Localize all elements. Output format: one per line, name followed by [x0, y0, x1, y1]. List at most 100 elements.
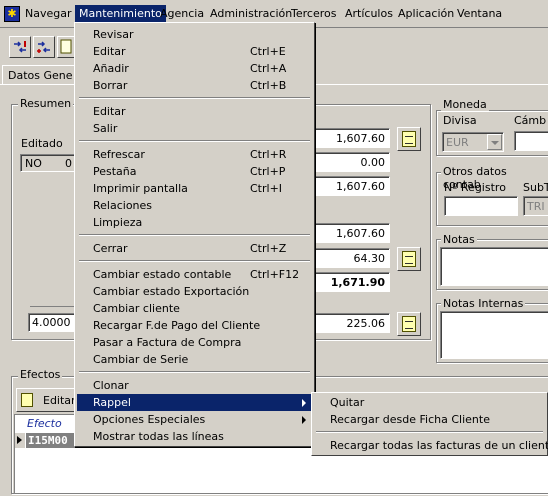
total-value-3: 1,607.60 — [336, 180, 385, 193]
total-value-7: 225.06 — [346, 317, 386, 330]
registro-label: Nº Registro — [444, 181, 506, 194]
chevron-down-icon[interactable] — [487, 134, 502, 150]
notes-button-2[interactable] — [397, 247, 421, 271]
subt-field[interactable]: TRI — [523, 196, 548, 216]
menu-mantenimiento[interactable]: Mantenimiento — [75, 5, 166, 23]
menu-item-salir[interactable]: Salir — [77, 120, 312, 137]
total-value-4: 1,607.60 — [336, 227, 385, 240]
sort-arrows-icon — [14, 41, 26, 53]
document-icon — [60, 39, 72, 54]
menu-item-label: Editar — [93, 105, 126, 118]
submenu-separator — [316, 431, 543, 433]
editado-label: Editado — [21, 137, 63, 150]
menu-item-estado-contable[interactable]: Cambiar estado contable Ctrl+F12 — [77, 266, 312, 283]
editado-field[interactable]: NO 0 — [20, 154, 78, 172]
menu-item-anadir[interactable]: Añadir Ctrl+A — [77, 60, 312, 77]
menu-separator — [79, 260, 310, 262]
menu-separator — [79, 140, 310, 142]
menu-item-opciones-especiales[interactable]: Opciones Especiales — [77, 411, 312, 428]
toolbar-add-button[interactable] — [33, 36, 55, 58]
menu-agencia[interactable]: Agencia — [157, 7, 207, 20]
menu-item-label: Pestaña — [93, 165, 137, 178]
add-arrows-icon — [37, 41, 50, 53]
menu-item-limpieza[interactable]: Limpieza — [77, 214, 312, 231]
notepad-icon — [21, 393, 33, 407]
total-value-6: 1,671.90 — [330, 276, 385, 289]
resumen-title: Resumen — [18, 97, 74, 110]
menu-item-imprimir[interactable]: Imprimir pantalla Ctrl+I — [77, 180, 312, 197]
menu-item-borrar[interactable]: Borrar Ctrl+B — [77, 77, 312, 94]
menu-item-clonar[interactable]: Clonar — [77, 377, 312, 394]
notepad-icon — [402, 251, 416, 267]
menu-item-cerrar[interactable]: Cerrar Ctrl+Z — [77, 240, 312, 257]
efectos-title: Efectos — [18, 368, 63, 381]
menu-item-shortcut: Ctrl+F12 — [250, 268, 300, 281]
tab-label: Datos Gene — [8, 69, 73, 82]
submenu-arrow-icon — [302, 416, 306, 424]
editado-value: NO — [25, 157, 42, 170]
menu-item-cambiar-serie[interactable]: Cambiar de Serie — [77, 351, 312, 368]
menu-item-label: Editar — [93, 45, 126, 58]
total-field-2: 0.00 — [312, 152, 390, 172]
submenu-item-recargar-todas[interactable]: Recargar todas las facturas de un client… — [314, 437, 548, 454]
notes-button-1[interactable] — [397, 127, 421, 151]
menu-item-refrescar[interactable]: Refrescar Ctrl+R — [77, 146, 312, 163]
notas-internas-textarea[interactable] — [440, 311, 548, 359]
menu-item-label: Relaciones — [93, 199, 153, 212]
menu-item-shortcut: Ctrl+A — [250, 62, 287, 75]
toolbar-doc-button[interactable] — [57, 36, 75, 58]
menu-item-mostrar-lineas[interactable]: Mostrar todas las líneas — [77, 428, 312, 445]
total-field-5: 64.30 — [312, 248, 390, 268]
notepad-icon — [402, 131, 416, 147]
menu-item-recargar-fpago[interactable]: Recargar F.de Pago del Cliente — [77, 317, 312, 334]
menu-item-shortcut: Ctrl+P — [250, 165, 286, 178]
menu-item-pasar-factura[interactable]: Pasar a Factura de Compra — [77, 334, 312, 351]
menu-item-label: Clonar — [93, 379, 129, 392]
editado-value-2: 0 — [65, 157, 72, 170]
efectos-edit-label: Editar — [43, 394, 76, 407]
app-icon[interactable]: ✱ — [4, 6, 20, 22]
cambio-field[interactable] — [514, 131, 548, 151]
notepad-icon — [402, 316, 416, 332]
menu-terceros[interactable]: Terceros — [288, 7, 339, 20]
rate-field[interactable]: 4.0000 — [28, 313, 78, 332]
menu-item-label: Revisar — [93, 28, 134, 41]
efecto-cell: I15M00 — [28, 434, 68, 447]
notas-textarea[interactable] — [440, 247, 548, 286]
notas-internas-title: Notas Internas — [441, 297, 526, 310]
menu-item-editar[interactable]: Editar Ctrl+E — [77, 43, 312, 60]
menu-item-label: Borrar — [93, 79, 128, 92]
registro-field[interactable] — [444, 196, 518, 216]
menu-item-label: Limpieza — [93, 216, 143, 229]
menu-item-label: Rappel — [93, 396, 131, 409]
menu-articulos[interactable]: Artículos — [342, 7, 396, 20]
menu-separator — [79, 97, 310, 99]
toolbar-sort-button[interactable] — [9, 36, 31, 58]
menu-item-pestana[interactable]: Pestaña Ctrl+P — [77, 163, 312, 180]
divisa-select[interactable]: EUR — [442, 132, 504, 152]
menu-item-label: Opciones Especiales — [93, 413, 206, 426]
submenu-item-quitar[interactable]: Quitar — [314, 394, 547, 411]
menu-item-rappel[interactable]: Rappel — [77, 394, 312, 411]
submenu-item-recargar-ficha[interactable]: Recargar desde Ficha Cliente — [314, 411, 547, 428]
divisa-label: Divisa — [443, 114, 477, 127]
menu-item-label: Imprimir pantalla — [93, 182, 188, 195]
menu-item-relaciones[interactable]: Relaciones — [77, 197, 312, 214]
menu-item-editar-2[interactable]: Editar — [77, 103, 312, 120]
menu-item-estado-exportacion[interactable]: Cambiar estado Exportación — [77, 283, 312, 300]
total-value-1: 1,607.60 — [336, 132, 385, 145]
menu-ventana[interactable]: Ventana — [454, 7, 505, 20]
moneda-title: Moneda — [441, 98, 489, 111]
notes-button-3[interactable] — [397, 312, 421, 336]
menu-item-cambiar-cliente[interactable]: Cambiar cliente — [77, 300, 312, 317]
menu-separator — [79, 234, 310, 236]
menu-navegar[interactable]: Navegar — [22, 7, 75, 20]
notas-title: Notas — [441, 233, 477, 246]
submenu-arrow-icon — [302, 399, 306, 407]
menu-item-shortcut: Ctrl+R — [250, 148, 287, 161]
menu-aplicacion[interactable]: Aplicación — [395, 7, 457, 20]
total-value-5: 64.30 — [353, 252, 386, 265]
menu-administracion[interactable]: Administración — [207, 7, 295, 20]
efectos-edit-button[interactable]: Editar — [16, 388, 76, 412]
menu-item-revisar[interactable]: Revisar — [77, 26, 312, 43]
